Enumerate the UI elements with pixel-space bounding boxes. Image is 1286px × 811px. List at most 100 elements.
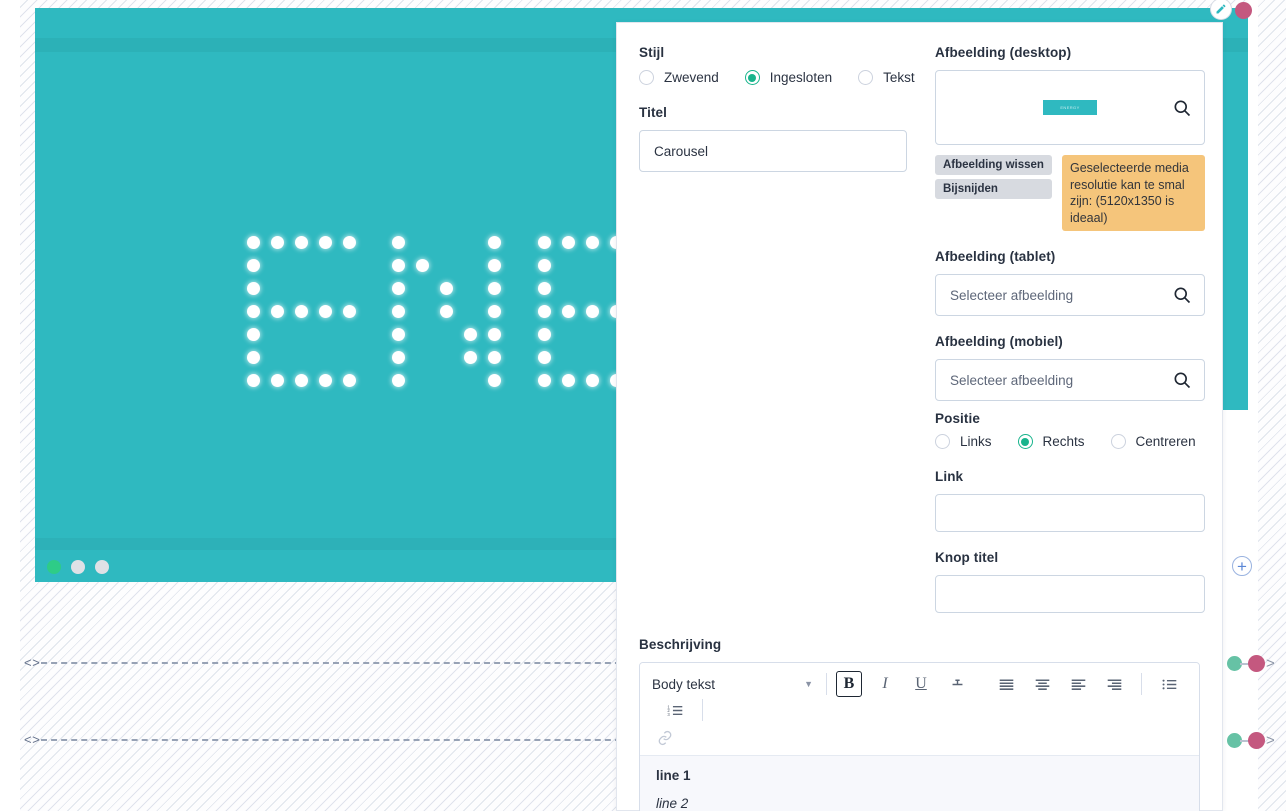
style-radio-tekst[interactable]: Tekst	[858, 70, 915, 85]
crop-image-button[interactable]: Bijsnijden	[935, 179, 1052, 199]
title-field-label: Titel	[639, 105, 668, 120]
dot-letter-n	[392, 236, 512, 397]
numbered-list-button[interactable]: 1 2 3	[662, 697, 688, 723]
style-radio-zwevend[interactable]: Zwevend	[639, 70, 719, 85]
image-desktop-label: Afbeelding (desktop)	[935, 45, 1072, 60]
editor-toolbar-row-2	[652, 725, 1187, 751]
numbered-list-icon: 1 2 3	[667, 704, 682, 717]
settings-column-left: Stijl Zwevend Ingesloten Tekst Titel	[639, 45, 915, 613]
italic-button[interactable]: I	[872, 671, 898, 697]
position-radio-rechts[interactable]: Rechts	[1017, 434, 1085, 449]
style-radio-group[interactable]: Zwevend Ingesloten Tekst	[639, 70, 915, 85]
underline-button[interactable]: U	[908, 671, 934, 697]
editor-toolbar-row-1: Body tekst ▼ B I U 1 2 3	[652, 671, 1187, 723]
align-left-icon	[1071, 678, 1085, 690]
strikethrough-icon	[952, 679, 962, 685]
svg-text:3: 3	[667, 712, 670, 717]
search-icon[interactable]	[1172, 370, 1192, 390]
carousel-dot-3[interactable]	[95, 560, 109, 574]
image-tablet-placeholder: Selecteer afbeelding	[950, 287, 1074, 303]
image-desktop-buttons: Afbeelding wissen Bijsnijden	[935, 155, 1052, 199]
align-right-button[interactable]	[1101, 671, 1127, 697]
radio-circle-icon	[744, 70, 760, 85]
description-section: Beschrijving Body tekst ▼ B I U 1 2 3 li…	[639, 637, 1200, 811]
position-radio-group[interactable]: Links Rechts Centreren	[935, 434, 1205, 449]
position-radio-rechts-label: Rechts	[1042, 434, 1085, 449]
link-button[interactable]	[652, 725, 678, 751]
add-block-button[interactable]: +	[1232, 556, 1252, 576]
position-field-label: Positie	[935, 411, 980, 426]
bold-button[interactable]: B	[836, 671, 862, 697]
handle-dot-pink-top[interactable]	[1235, 2, 1252, 19]
block-format-select[interactable]: Body tekst ▼	[652, 671, 817, 697]
radio-circle-icon	[639, 70, 654, 85]
radio-circle-icon	[858, 70, 874, 85]
carousel-dot-1[interactable]	[47, 560, 61, 574]
handle-dot-pink-row2[interactable]	[1248, 732, 1265, 749]
image-mobile-picker[interactable]: Selecteer afbeelding	[935, 359, 1205, 401]
editor-content-area[interactable]: line 1 line 2 line 3	[640, 756, 1199, 811]
resize-dash-line	[40, 738, 631, 741]
search-icon[interactable]	[1172, 98, 1192, 118]
link-icon	[658, 730, 672, 746]
chevron-down-icon: ▼	[804, 679, 813, 689]
image-tablet-picker[interactable]: Selecteer afbeelding	[935, 274, 1205, 316]
image-desktop-actions: Afbeelding wissen Bijsnijden Geselecteer…	[935, 155, 1205, 231]
resize-handle-row-2[interactable]: < >	[24, 732, 631, 747]
position-radio-centreren-label: Centreren	[1135, 434, 1196, 449]
image-desktop-picker[interactable]: ENERGY	[935, 70, 1205, 145]
bullet-list-icon	[1162, 679, 1176, 689]
clear-image-button[interactable]: Afbeelding wissen	[935, 155, 1052, 175]
image-mobile-placeholder: Selecteer afbeelding	[950, 372, 1074, 388]
align-center-button[interactable]	[1029, 671, 1055, 697]
editor-line-2: line 2	[656, 796, 689, 811]
chevron-right-icon-row2[interactable]: >	[1266, 732, 1275, 749]
style-radio-ingesloten[interactable]: Ingesloten	[744, 70, 833, 85]
style-radio-zwevend-label: Zwevend	[664, 70, 719, 85]
position-radio-links-label: Links	[960, 434, 992, 449]
resize-arrows-icon: < >	[24, 732, 40, 747]
carousel-dot-2[interactable]	[71, 560, 85, 574]
settings-columns: Stijl Zwevend Ingesloten Tekst Titel Car…	[639, 45, 1205, 613]
dot-letter-e1	[247, 236, 367, 397]
editor-toolbar: Body tekst ▼ B I U 1 2 3	[640, 663, 1199, 756]
title-input[interactable]	[639, 130, 907, 172]
editor-line-1: line 1	[656, 768, 691, 783]
handle-dot-pink-row1[interactable]	[1248, 655, 1265, 672]
media-resolution-warning: Geselecteerde media resolutie kan te sma…	[1061, 155, 1205, 231]
position-radio-centreren[interactable]: Centreren	[1110, 434, 1196, 449]
align-justify-icon	[999, 678, 1013, 690]
image-desktop-thumbnail: ENERGY	[1043, 100, 1097, 115]
position-radio-links[interactable]: Links	[935, 434, 992, 449]
link-field-label: Link	[935, 469, 964, 484]
toolbar-divider	[826, 673, 827, 695]
link-input[interactable]	[935, 494, 1205, 532]
toolbar-divider	[1141, 673, 1142, 695]
pencil-icon	[1216, 4, 1226, 14]
radio-circle-icon	[1110, 434, 1126, 449]
strikethrough-button[interactable]	[944, 671, 970, 697]
carousel-pagination-dots[interactable]	[47, 560, 109, 574]
align-justify-button[interactable]	[993, 671, 1019, 697]
image-tablet-label: Afbeelding (tablet)	[935, 249, 1056, 264]
resize-dash-line	[40, 661, 631, 664]
resize-arrows-icon: < >	[24, 655, 40, 670]
button-title-input[interactable]	[935, 575, 1205, 613]
description-field-label: Beschrijving	[639, 637, 722, 652]
style-radio-tekst-label: Tekst	[883, 70, 915, 85]
radio-circle-icon	[1017, 434, 1033, 449]
block-format-value: Body tekst	[652, 676, 716, 692]
left-gutter	[0, 0, 20, 811]
align-center-icon	[1035, 678, 1049, 690]
rich-text-editor: Body tekst ▼ B I U 1 2 3 line 1 line 2	[639, 662, 1200, 811]
resize-handle-row-1[interactable]: < >	[24, 655, 631, 670]
radio-circle-icon	[935, 434, 950, 449]
style-radio-ingesloten-label: Ingesloten	[769, 70, 833, 85]
right-gutter	[1248, 0, 1258, 811]
image-mobile-label: Afbeelding (mobiel)	[935, 334, 1063, 349]
chevron-right-icon-row1[interactable]: >	[1266, 655, 1275, 672]
search-icon[interactable]	[1172, 285, 1192, 305]
align-left-button[interactable]	[1065, 671, 1091, 697]
bullet-list-button[interactable]	[1156, 671, 1182, 697]
toolbar-divider	[702, 699, 703, 721]
